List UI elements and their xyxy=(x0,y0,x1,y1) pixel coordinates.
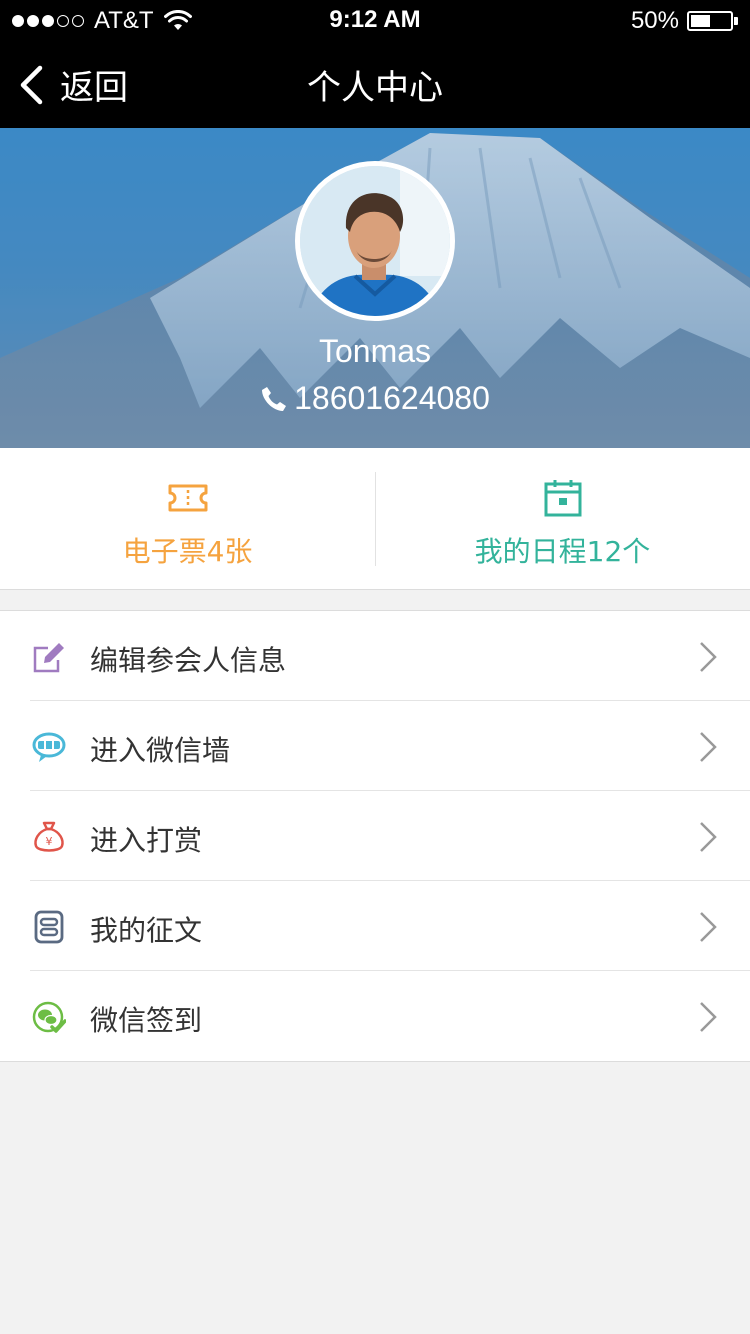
menu-item-edit-attendee[interactable]: 编辑参会人信息 xyxy=(0,611,750,701)
document-icon xyxy=(34,910,64,944)
avatar-photo xyxy=(300,166,450,316)
battery-tip xyxy=(734,17,738,25)
ticket-icon xyxy=(168,484,208,512)
page-title: 个人中心 xyxy=(307,68,443,108)
menu-item-essay[interactable]: 我的征文 xyxy=(0,881,750,971)
tickets-button[interactable]: 电子票4张 xyxy=(0,448,375,590)
chevron-right-icon xyxy=(700,1002,717,1032)
chevron-right-icon xyxy=(700,732,717,762)
wechat-checkin-icon xyxy=(32,1001,66,1033)
profile-header: Tonmas 18601624080 xyxy=(0,128,750,448)
chevron-right-icon xyxy=(700,822,717,852)
svg-text:¥: ¥ xyxy=(46,835,53,848)
menu-label: 进入微信墙 xyxy=(90,734,231,767)
phone-number: 18601624080 xyxy=(294,380,490,416)
user-name: Tonmas xyxy=(318,333,432,369)
stats-row: 电子票4张 我的日程12个 xyxy=(0,448,750,590)
menu-item-reward[interactable]: ¥ 进入打赏 xyxy=(0,791,750,881)
menu-label: 我的征文 xyxy=(90,914,203,947)
status-bar: AT&T 9:12 AM 50% xyxy=(0,0,750,40)
menu-label: 编辑参会人信息 xyxy=(90,644,287,677)
status-right: 50% xyxy=(631,7,738,35)
user-phone: 18601624080 xyxy=(0,380,750,417)
calendar-icon xyxy=(544,480,582,517)
edit-icon xyxy=(33,643,64,673)
chevron-right-icon xyxy=(700,912,717,942)
chat-wall-icon xyxy=(32,732,66,762)
schedule-button[interactable]: 我的日程12个 xyxy=(375,448,750,590)
schedule-label: 我的日程12个 xyxy=(474,535,651,568)
money-bag-icon: ¥ xyxy=(34,821,64,852)
menu-item-wechat-checkin[interactable]: 微信签到 xyxy=(0,971,750,1061)
avatar[interactable] xyxy=(295,161,455,321)
battery-icon xyxy=(687,11,733,31)
menu-list: 编辑参会人信息 进入微信墙 ¥ 进入打赏 我的征文 微信签到 xyxy=(0,610,750,1062)
menu-item-wechat-wall[interactable]: 进入微信墙 xyxy=(0,701,750,791)
menu-label: 微信签到 xyxy=(90,1004,203,1037)
chevron-right-icon xyxy=(700,642,717,672)
navigation-bar: 返回 个人中心 xyxy=(0,40,750,128)
battery-percentage: 50% xyxy=(630,7,679,34)
phone-icon xyxy=(262,386,287,411)
tickets-label: 电子票4张 xyxy=(122,535,253,568)
menu-label: 进入打赏 xyxy=(90,824,203,857)
